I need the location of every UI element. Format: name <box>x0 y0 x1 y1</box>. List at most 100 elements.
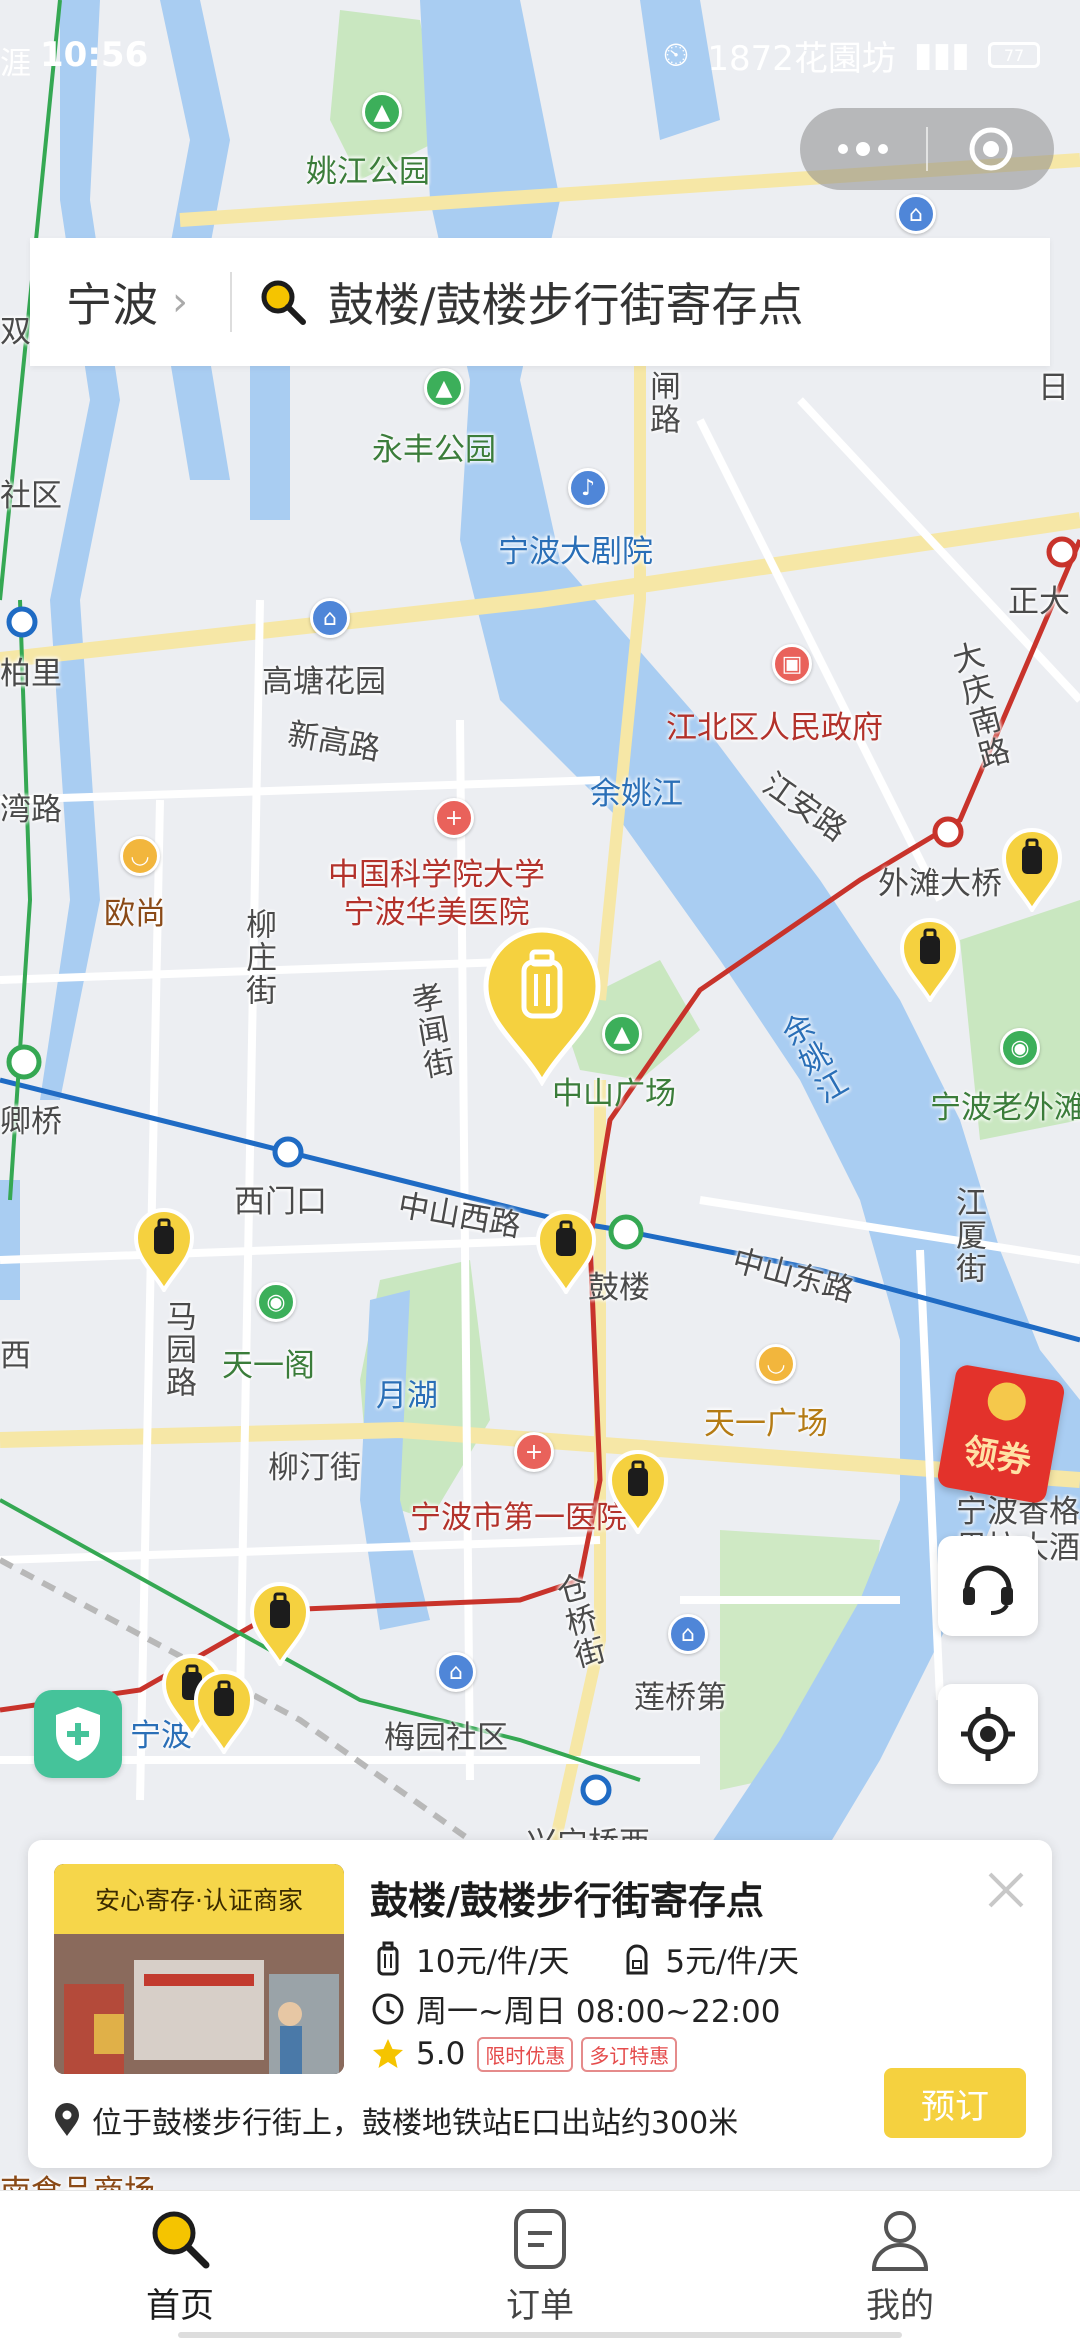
map-label: 马园路 <box>160 1300 196 1399</box>
target-circle-icon <box>969 127 1013 171</box>
government-icon: ▣ <box>772 644 812 684</box>
music-venue-icon: ♪ <box>568 468 608 508</box>
map-label: 卿桥 <box>0 1104 62 1140</box>
luggage-pin-icon <box>899 918 961 1002</box>
tab-orders[interactable]: 订单 <box>360 2191 720 2340</box>
map-label: 宁波大剧院 <box>498 534 653 570</box>
map-label: 天一阁 <box>222 1348 315 1384</box>
signal-icon: ▮▮▮ <box>913 35 970 75</box>
backpack-icon <box>626 1944 648 1974</box>
selected-storage-pin[interactable] <box>480 926 604 1086</box>
bottom-tab-bar: 首页 订单 我的 <box>0 2190 1080 2340</box>
locate-me-button[interactable] <box>938 1684 1038 1784</box>
miniprogram-capsule <box>800 108 1054 190</box>
map-label: 宁波老外滩 <box>930 1090 1080 1126</box>
tab-home-label: 首页 <box>146 2286 214 2326</box>
clock-icon <box>372 1993 404 2024</box>
map-label: 莲桥第 <box>634 1680 727 1716</box>
luggage-pin-icon <box>535 1210 597 1294</box>
home-indicator <box>178 2332 902 2338</box>
storage-pin[interactable] <box>248 1580 312 1666</box>
shopping-icon: ◡ <box>756 1344 796 1384</box>
promo-tag: 限时优惠 <box>477 2036 574 2072</box>
residence-icon: ⌂ <box>668 1614 708 1654</box>
map-label: 中国科学院大学 宁波华美医院 <box>328 857 545 931</box>
customer-service-button[interactable] <box>938 1536 1038 1636</box>
status-overlay-text: 1872花園坊 <box>707 38 896 79</box>
close-icon[interactable] <box>984 1868 1028 1912</box>
luggage-pin-icon <box>607 1450 669 1534</box>
suitcase-icon <box>377 1941 399 1975</box>
search-icon <box>261 280 306 325</box>
store-photo: 安心寄存·认证商家 <box>54 1864 344 2074</box>
hours-row: 周一~周日 08:00~22:00 <box>370 1986 780 2031</box>
map-label: 江厦街 <box>950 1186 986 1285</box>
map-label: 双 <box>0 314 31 350</box>
coupon-label: 领券 <box>960 1431 1034 1483</box>
map-label: 姚江公园 <box>306 154 430 190</box>
luggage-pin-icon <box>249 1582 311 1666</box>
price-per-piece: 10元/件/天 <box>416 1944 570 1980</box>
coupon-button[interactable]: 领券 <box>936 1363 1066 1505</box>
scenic-camera-icon: ◉ <box>256 1282 296 1322</box>
search-icon <box>152 2211 210 2269</box>
rating-value: 5.0 <box>416 2036 466 2072</box>
map-label: 欧尚 <box>104 896 166 932</box>
map-label: 西 <box>0 1338 31 1374</box>
star-icon <box>373 2039 403 2068</box>
store-card[interactable]: 安心寄存·认证商家 鼓楼/鼓楼步行街寄存点 10元/件/天 5元/件/天 周一~… <box>28 1840 1052 2168</box>
luggage-pin-icon <box>1001 828 1063 912</box>
storage-pin[interactable] <box>898 916 962 1002</box>
city-selector[interactable]: 宁波 › <box>30 269 230 335</box>
map-label: 日 <box>1038 370 1069 406</box>
price-per-bag: 5元/件/天 <box>665 1944 799 1980</box>
search-input[interactable]: 鼓楼/鼓楼步行街寄存点 <box>328 269 804 335</box>
luggage-pin-icon <box>483 927 601 1086</box>
user-icon <box>871 2211 929 2271</box>
verified-badge: 安心寄存·认证商家 <box>54 1864 344 1934</box>
storage-pin[interactable] <box>606 1448 670 1534</box>
map-label: 天一广场 <box>704 1406 828 1442</box>
tab-home[interactable]: 首页 <box>0 2191 360 2340</box>
battery-icon: 77 <box>988 42 1040 68</box>
storage-pin[interactable] <box>192 1668 256 1754</box>
hospital-icon: + <box>514 1432 554 1472</box>
more-button[interactable] <box>800 108 926 190</box>
residence-icon: ⌂ <box>896 194 936 234</box>
safety-shield-button[interactable] <box>34 1690 122 1778</box>
map-label: 江北区人民政府 <box>666 710 883 746</box>
map-label: 梅园社区 <box>384 1720 508 1756</box>
map-label: 高塘花园 <box>262 664 386 700</box>
store-title: 鼓楼/鼓楼步行街寄存点 <box>370 1879 764 1923</box>
opening-hours: 周一~周日 08:00~22:00 <box>416 1994 781 2030</box>
close-miniprogram-button[interactable] <box>928 108 1054 190</box>
storage-pin[interactable] <box>1000 826 1064 912</box>
shield-plus-icon <box>56 1707 100 1761</box>
book-button[interactable]: 预订 <box>884 2068 1026 2138</box>
map-label: 柳庄街 <box>240 908 276 1007</box>
park-poi-icon: ▲ <box>424 368 464 408</box>
rating-row: 5.0 限时优惠 多订特惠 <box>370 2036 678 2072</box>
store-address: 位于鼓楼步行街上，鼓楼地铁站E口出站约300米 <box>92 2106 739 2141</box>
residence-icon: ⌂ <box>436 1652 476 1692</box>
tab-profile-label: 我的 <box>866 2286 934 2326</box>
chevron-right-icon: › <box>172 279 188 325</box>
map-label: 南食品商场 <box>0 2166 155 2190</box>
headset-icon <box>963 1565 1013 1615</box>
price-row: 10元/件/天 5元/件/天 <box>370 1936 799 1981</box>
map-label: 外滩大桥 <box>878 866 1002 902</box>
map-label: 柏里 <box>0 656 62 692</box>
alarm-icon: ⏲ <box>662 35 690 75</box>
tab-profile[interactable]: 我的 <box>720 2191 1080 2340</box>
promo-tag: 多订特惠 <box>581 2036 678 2072</box>
address-row: 位于鼓楼步行街上，鼓楼地铁站E口出站约300米 <box>52 2098 738 2142</box>
storage-pin[interactable] <box>132 1206 196 1292</box>
coin-icon <box>984 1379 1029 1424</box>
map-label: 湾路 <box>0 792 62 828</box>
storage-pin[interactable] <box>534 1208 598 1294</box>
shopping-icon: ◡ <box>120 836 160 876</box>
order-icon <box>514 2209 566 2269</box>
map-label: 正大 <box>1008 584 1070 620</box>
map-label: 闸路 <box>644 370 680 436</box>
location-pin-icon <box>55 2103 79 2136</box>
